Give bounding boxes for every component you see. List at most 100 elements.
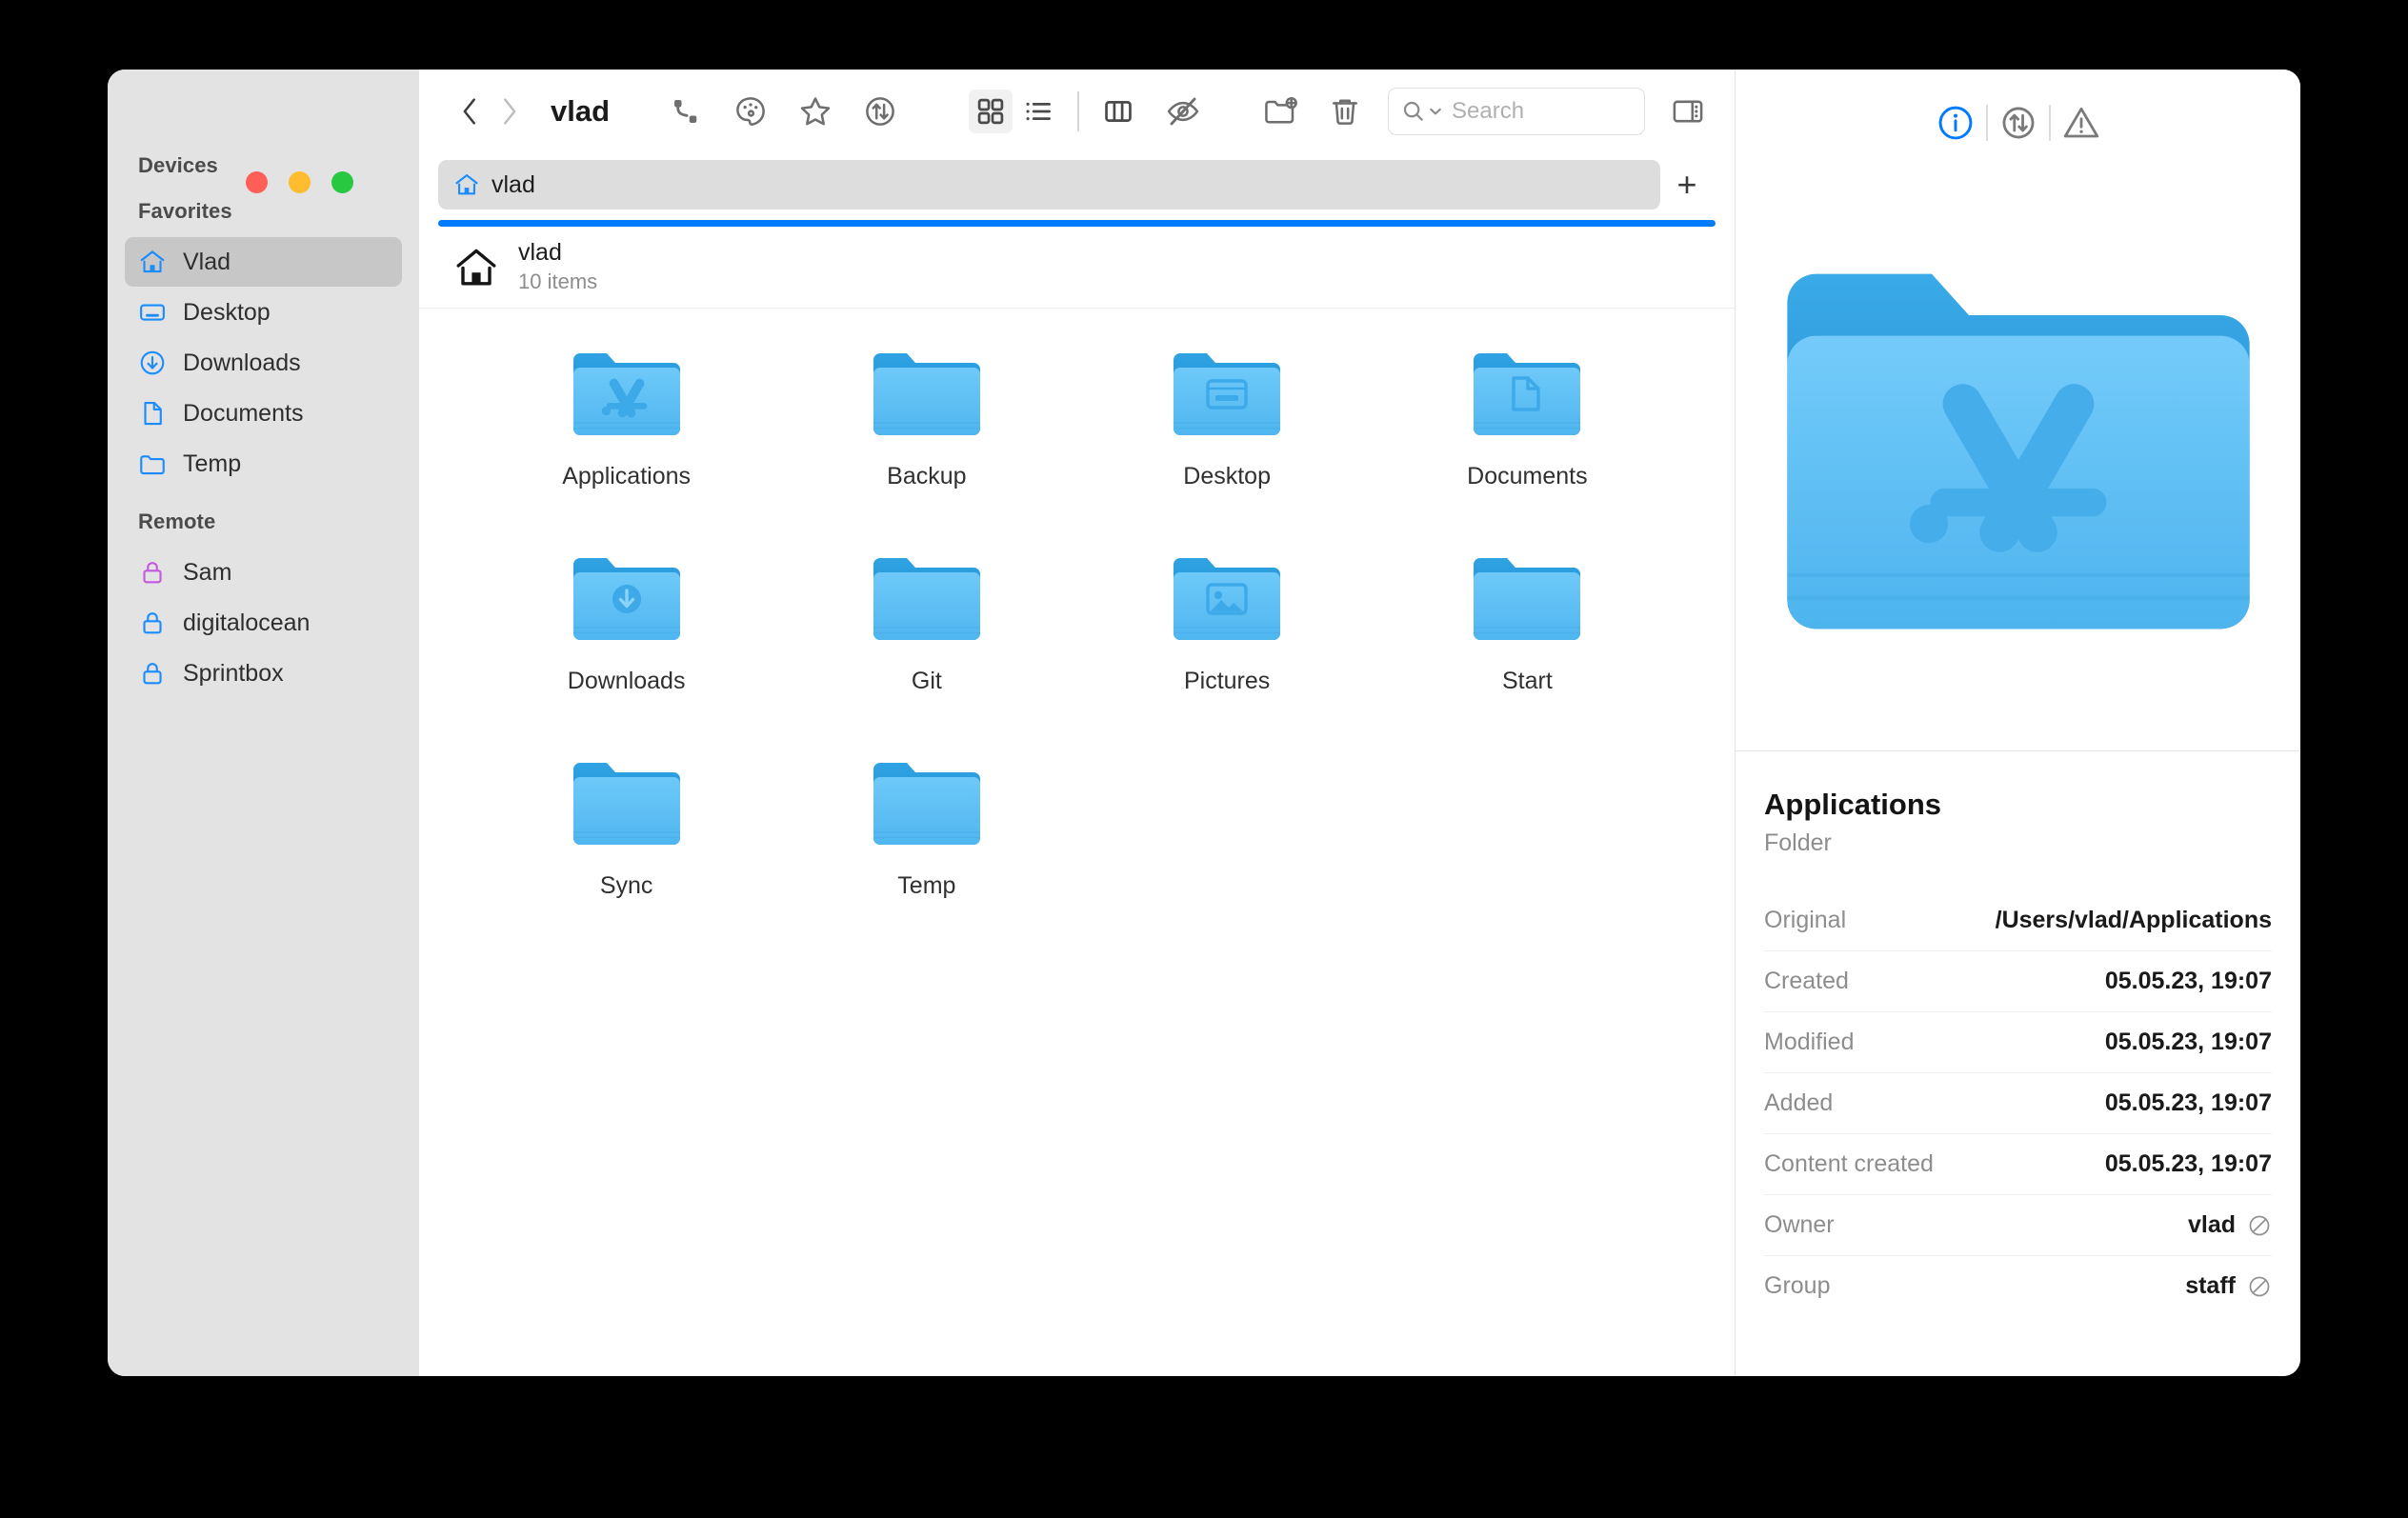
info-row-key: Group bbox=[1764, 1272, 1831, 1299]
zoom-button[interactable] bbox=[331, 171, 353, 193]
info-row-owner: Owner vlad bbox=[1764, 1194, 2272, 1255]
folder-appstore-icon bbox=[1771, 245, 2266, 683]
info-title: Applications bbox=[1764, 788, 1942, 821]
info-metadata-table: Original /Users/vlad/Applications Create… bbox=[1764, 889, 2272, 1316]
desktop-icon bbox=[138, 298, 167, 327]
file-item-pictures[interactable]: Pictures bbox=[1077, 536, 1377, 741]
file-item-backup[interactable]: Backup bbox=[776, 331, 1076, 536]
file-item-temp[interactable]: Temp bbox=[776, 741, 1076, 946]
sidebar-item-label: Documents bbox=[183, 399, 304, 427]
sidebar-group-favorites: Favorites bbox=[138, 199, 232, 223]
file-manager-window: Devices Favorites Vlad Desktop Downloads… bbox=[108, 70, 2300, 1376]
forward-button[interactable] bbox=[490, 90, 528, 133]
home-icon bbox=[138, 248, 167, 276]
close-button[interactable] bbox=[246, 171, 268, 193]
sidebar-item-label: Desktop bbox=[183, 298, 271, 326]
info-icon[interactable] bbox=[1925, 96, 1986, 150]
sidebar-item-label: Vlad bbox=[183, 248, 231, 275]
sidebar-item-sprintbox[interactable]: Sprintbox bbox=[125, 649, 402, 698]
transfer-icon[interactable] bbox=[1988, 96, 2049, 150]
sidebar-item-desktop[interactable]: Desktop bbox=[125, 288, 402, 337]
star-icon[interactable] bbox=[793, 90, 837, 133]
palette-icon[interactable] bbox=[729, 90, 773, 133]
sidebar-item-digitalocean[interactable]: digitalocean bbox=[125, 598, 402, 648]
search-icon bbox=[1403, 101, 1423, 121]
file-item-start[interactable]: Start bbox=[1377, 536, 1677, 741]
back-button[interactable] bbox=[452, 90, 490, 133]
info-row-value: staff bbox=[2185, 1272, 2236, 1299]
toolbar-action-group bbox=[664, 90, 902, 133]
path-link-icon[interactable] bbox=[664, 90, 708, 133]
sort-arrows-icon[interactable] bbox=[858, 90, 902, 133]
file-name: Start bbox=[1501, 668, 1553, 694]
list-view-button[interactable] bbox=[1016, 90, 1060, 133]
sidebar-item-label: Sam bbox=[183, 558, 232, 586]
file-name: Temp bbox=[897, 872, 956, 899]
file-action-group: Search bbox=[1258, 88, 1710, 135]
new-folder-icon[interactable] bbox=[1258, 90, 1302, 133]
info-row-group: Group staff bbox=[1764, 1255, 2272, 1316]
current-folder-name: vlad bbox=[518, 239, 562, 267]
info-row-key: Added bbox=[1764, 1089, 1834, 1116]
info-row-key: Content created bbox=[1764, 1150, 1934, 1177]
file-name: Applications bbox=[562, 463, 692, 489]
lock-icon bbox=[138, 609, 167, 637]
file-item-git[interactable]: Git bbox=[776, 536, 1076, 741]
file-item-downloads[interactable]: Downloads bbox=[476, 536, 776, 741]
info-row-value: 05.05.23, 19:07 bbox=[2104, 1150, 2272, 1177]
minimize-button[interactable] bbox=[289, 171, 311, 193]
add-tab-button[interactable]: + bbox=[1660, 160, 1714, 210]
sidebar-item-documents[interactable]: Documents bbox=[125, 389, 402, 438]
info-row-content-created: Content created 05.05.23, 19:07 bbox=[1764, 1133, 2272, 1194]
file-item-applications[interactable]: Applications bbox=[476, 331, 776, 536]
preview-pane bbox=[1736, 176, 2300, 751]
warning-icon[interactable] bbox=[2051, 96, 2112, 150]
folder-plain-icon bbox=[870, 551, 984, 652]
sidebar-item-temp[interactable]: Temp bbox=[125, 439, 402, 489]
info-panel-tabs bbox=[1736, 70, 2300, 176]
sidebar-group-remote: Remote bbox=[138, 509, 216, 533]
main-area: vlad Search vlad + vlad 10 items Applica… bbox=[419, 70, 1735, 1376]
search-input[interactable]: Search bbox=[1388, 88, 1645, 135]
chevron-down-icon bbox=[1430, 108, 1441, 115]
sidebar-item-vlad[interactable]: Vlad bbox=[125, 237, 402, 287]
file-item-documents[interactable]: Documents bbox=[1377, 331, 1677, 536]
home-icon bbox=[453, 245, 499, 290]
file-name: Pictures bbox=[1183, 668, 1271, 694]
info-row-original: Original /Users/vlad/Applications bbox=[1764, 889, 2272, 950]
file-name: Downloads bbox=[567, 668, 686, 694]
item-count: 10 items bbox=[518, 270, 598, 294]
info-panel-toggle-icon[interactable] bbox=[1666, 90, 1710, 133]
info-kind: Folder bbox=[1764, 829, 1832, 856]
file-item-desktop[interactable]: Desktop bbox=[1077, 331, 1377, 536]
info-row-value: /Users/vlad/Applications bbox=[1995, 906, 2272, 933]
path-header: vlad 10 items bbox=[419, 227, 1735, 309]
folder-document-icon bbox=[1470, 347, 1584, 448]
hidden-files-icon[interactable] bbox=[1161, 90, 1205, 133]
file-grid: Applications Backup Desktop Documents Do… bbox=[419, 309, 1735, 1376]
trash-icon[interactable] bbox=[1323, 90, 1367, 133]
lock-icon bbox=[138, 558, 167, 587]
file-item-sync[interactable]: Sync bbox=[476, 741, 776, 946]
grid-view-button[interactable] bbox=[969, 90, 1013, 133]
window-controls bbox=[246, 171, 353, 193]
info-row-value: 05.05.23, 19:07 bbox=[2104, 968, 2272, 994]
info-panel-body: Applications Folder Original /Users/vlad… bbox=[1736, 751, 2300, 1376]
folder-plain-icon bbox=[870, 756, 984, 857]
info-row-key: Created bbox=[1764, 968, 1849, 994]
info-row-key: Owner bbox=[1764, 1211, 1835, 1238]
download-circle-icon bbox=[138, 349, 167, 377]
no-access-icon[interactable] bbox=[2247, 1274, 2272, 1299]
info-row-modified: Modified 05.05.23, 19:07 bbox=[1764, 1011, 2272, 1072]
folder-plain-icon bbox=[1470, 551, 1584, 652]
sidebar-item-sam[interactable]: Sam bbox=[125, 548, 402, 597]
toolbar-divider bbox=[1077, 91, 1079, 131]
sidebar-item-downloads[interactable]: Downloads bbox=[125, 338, 402, 388]
no-access-icon[interactable] bbox=[2247, 1213, 2272, 1238]
page-title: vlad bbox=[551, 94, 611, 128]
folder-plain-icon bbox=[570, 756, 684, 857]
tab-vlad[interactable]: vlad bbox=[438, 160, 1660, 210]
folder-picture-icon bbox=[1170, 551, 1284, 652]
column-view-button[interactable] bbox=[1096, 90, 1140, 133]
file-name: Documents bbox=[1467, 463, 1588, 489]
